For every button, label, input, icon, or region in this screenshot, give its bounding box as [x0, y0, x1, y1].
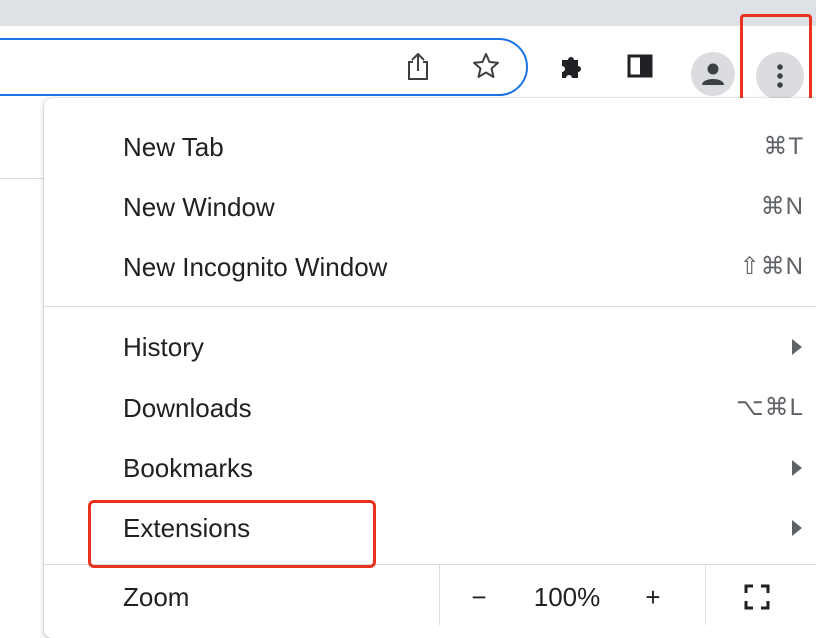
menu-item-downloads[interactable]: Downloads ⌥⌘L [44, 378, 804, 438]
menu-item-history[interactable]: History [44, 317, 804, 377]
extensions-puzzle-icon[interactable] [556, 50, 588, 82]
menu-item-new-incognito-window[interactable]: New Incognito Window ⇧⌘N [44, 237, 804, 297]
menu-item-shortcut: ⇧⌘N [739, 253, 804, 280]
submenu-arrow-icon [792, 460, 802, 476]
fullscreen-icon[interactable] [744, 584, 770, 610]
submenu-arrow-icon [792, 339, 802, 355]
menu-item-shortcut: ⌘N [760, 193, 804, 220]
bookmark-star-icon[interactable] [470, 50, 502, 82]
menu-button-highlight [740, 14, 812, 104]
profile-avatar[interactable] [691, 52, 735, 96]
profile-icon [702, 63, 724, 85]
menu-item-zoom: Zoom [44, 567, 804, 627]
menu-item-label: Bookmarks [123, 453, 254, 483]
extensions-highlight [88, 500, 376, 568]
address-bar[interactable] [0, 38, 528, 96]
menu-item-bookmarks[interactable]: Bookmarks [44, 438, 804, 498]
menu-item-label: New Incognito Window [123, 252, 388, 282]
submenu-arrow-icon [792, 520, 802, 536]
zoom-level: 100% [533, 582, 601, 612]
side-panel-icon[interactable] [624, 50, 656, 82]
menu-item-label: Downloads [123, 393, 252, 423]
page-content-divider [0, 178, 46, 179]
browser-toolbar [0, 26, 816, 106]
menu-separator [44, 306, 816, 307]
zoom-out-button[interactable]: − [464, 567, 494, 627]
menu-item-shortcut: ⌥⌘L [735, 394, 804, 421]
menu-item-label: Zoom [123, 582, 190, 612]
menu-item-new-tab[interactable]: New Tab ⌘T [44, 117, 804, 177]
menu-item-new-window[interactable]: New Window ⌘N [44, 177, 804, 237]
menu-item-shortcut: ⌘T [763, 133, 804, 160]
menu-item-label: New Tab [123, 132, 224, 162]
share-icon[interactable] [402, 50, 434, 82]
tab-strip [0, 0, 816, 26]
menu-item-label: New Window [123, 192, 275, 222]
zoom-in-button[interactable]: + [638, 567, 668, 627]
zoom-divider [705, 565, 706, 625]
zoom-divider [439, 565, 440, 625]
menu-item-label: History [123, 332, 204, 362]
